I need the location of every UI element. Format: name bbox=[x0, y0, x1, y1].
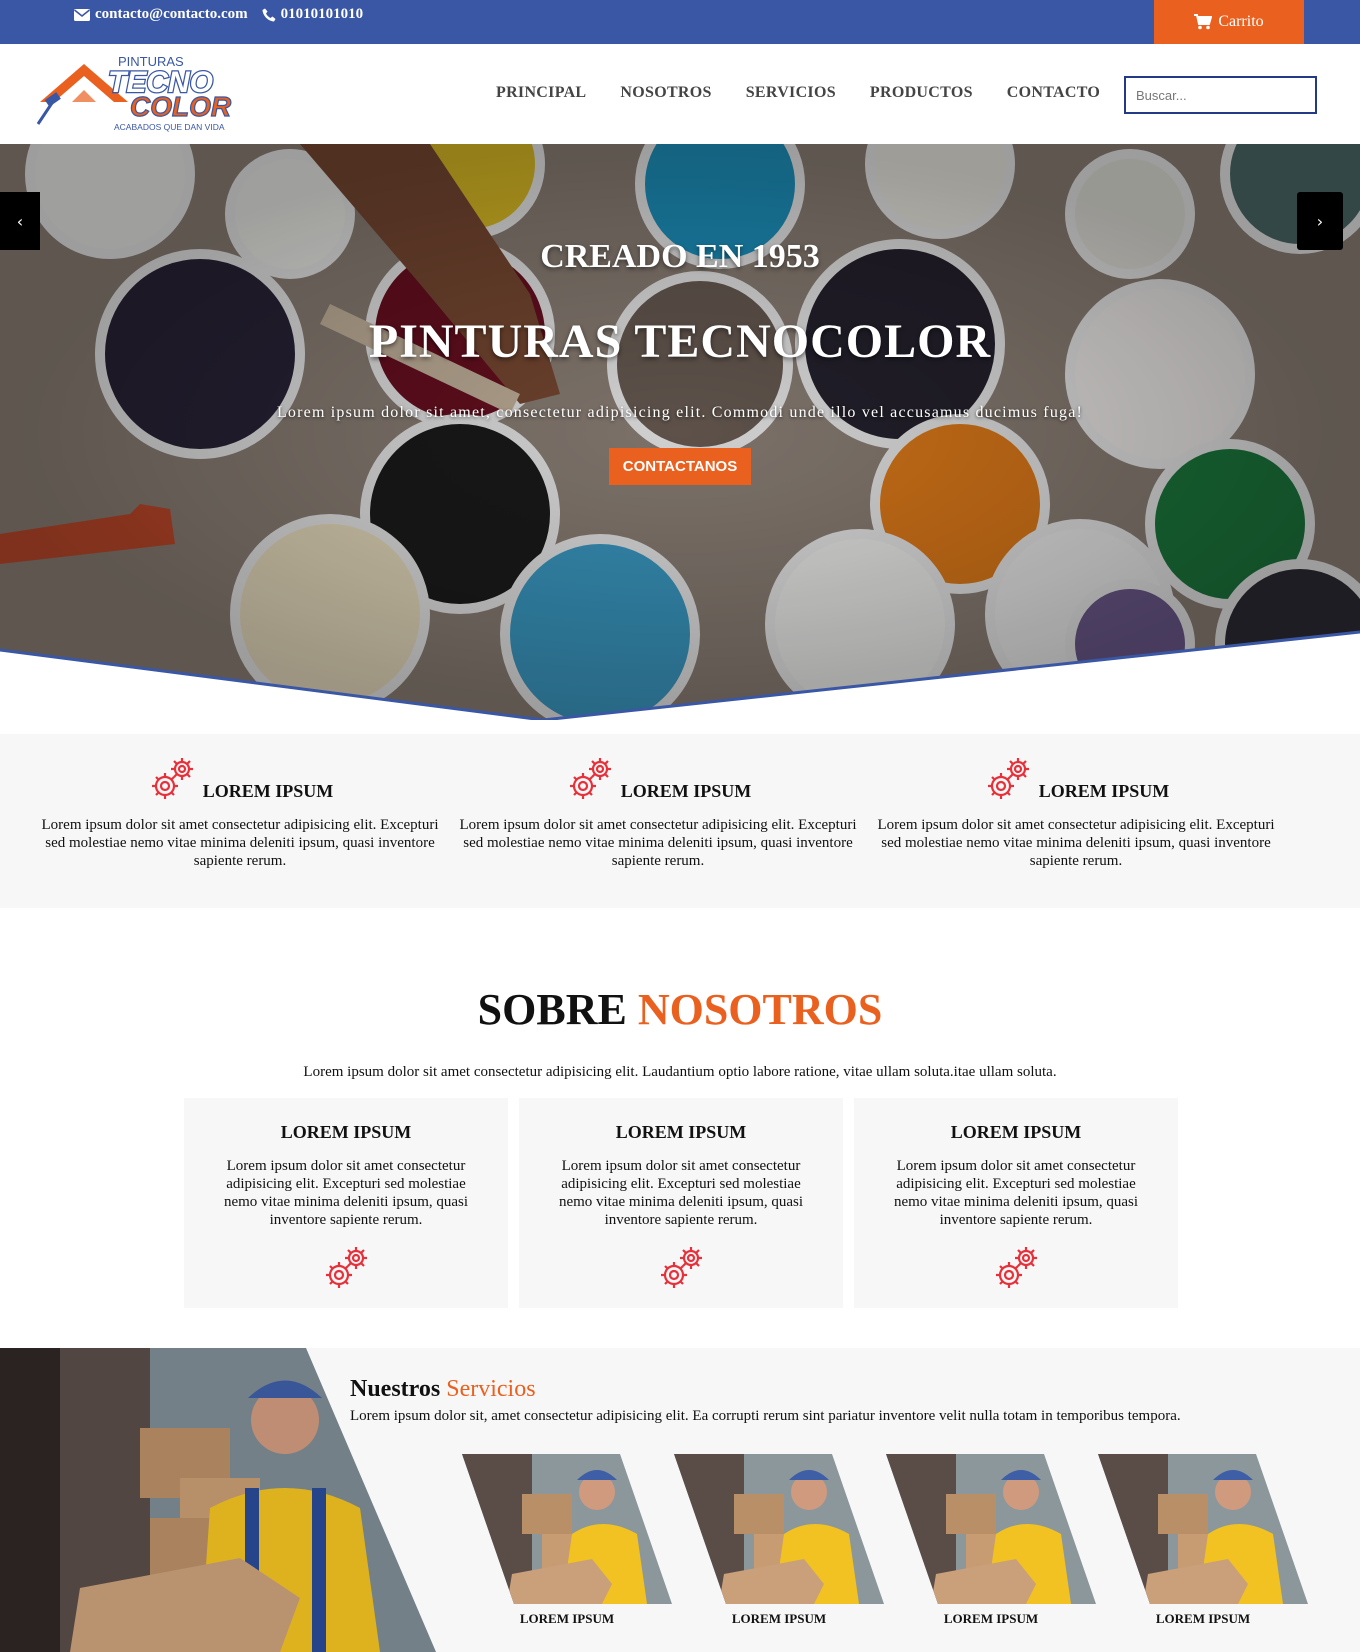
hero-subtitle: CREADO EN 1953 bbox=[540, 238, 820, 275]
feature-title: LOREM IPSUM bbox=[1038, 781, 1170, 801]
feature-item: LOREM IPSUM Lorem ipsum dolor sit amet c… bbox=[458, 752, 858, 870]
phone-icon bbox=[262, 8, 276, 21]
about-card: LOREM IPSUM Lorem ipsum dolor sit amet c… bbox=[519, 1098, 843, 1308]
hero-title: PINTURAS TECNOCOLOR bbox=[368, 315, 992, 368]
nav-item-servicios[interactable]: SERVICIOS bbox=[746, 84, 836, 102]
features-section: LOREM IPSUM Lorem ipsum dolor sit amet c… bbox=[0, 734, 1360, 908]
nav-item-principal[interactable]: PRINCIPAL bbox=[496, 84, 586, 102]
feature-item: LOREM IPSUM Lorem ipsum dolor sit amet c… bbox=[40, 752, 440, 870]
about-title: SOBRE NOSOTROS bbox=[0, 984, 1360, 1035]
logo-tagline: ACABADOS QUE DAN VIDA bbox=[114, 122, 225, 132]
service-label: LOREM IPSUM bbox=[731, 1611, 827, 1626]
about-card: LOREM IPSUM Lorem ipsum dolor sit amet c… bbox=[184, 1098, 508, 1308]
service-item[interactable]: LOREM IPSUM bbox=[674, 1454, 884, 1627]
top-bar: contacto@contacto.com 01010101010 Carrit… bbox=[0, 0, 1360, 44]
feature-text: Lorem ipsum dolor sit amet consectetur a… bbox=[41, 817, 439, 869]
envelope-icon bbox=[74, 8, 90, 21]
feature-title: LOREM IPSUM bbox=[202, 781, 334, 801]
main-header: PINTURAS TECNO COLOR ACABADOS QUE DAN VI… bbox=[0, 44, 1360, 144]
feature-title: LOREM IPSUM bbox=[620, 781, 752, 801]
email-text: contacto@contacto.com bbox=[95, 6, 248, 22]
services-section: Nuestros Servicios Lorem ipsum dolor sit… bbox=[0, 1348, 1360, 1652]
about-title-part2: NOSOTROS bbox=[637, 985, 883, 1034]
service-image bbox=[1098, 1454, 1308, 1604]
gears-icon bbox=[326, 1247, 367, 1288]
feature-text: Lorem ipsum dolor sit amet consectetur a… bbox=[877, 817, 1275, 869]
services-text: Lorem ipsum dolor sit, amet consectetur … bbox=[350, 1408, 1181, 1424]
service-label: LOREM IPSUM bbox=[943, 1611, 1039, 1626]
tecnocolor-logo[interactable]: PINTURAS TECNO COLOR ACABADOS QUE DAN VI… bbox=[32, 52, 242, 134]
card-text: Lorem ipsum dolor sit amet consectetur a… bbox=[223, 1158, 469, 1228]
hero-text: Lorem ipsum dolor sit amet, consectetur … bbox=[276, 404, 1084, 421]
services-title-part2: Servicios bbox=[446, 1376, 536, 1402]
cart-icon bbox=[1194, 14, 1213, 30]
feature-item: LOREM IPSUM Lorem ipsum dolor sit amet c… bbox=[876, 752, 1276, 870]
contact-info: contacto@contacto.com 01010101010 bbox=[74, 6, 363, 23]
card-title: LOREM IPSUM bbox=[615, 1122, 747, 1142]
contact-us-button[interactable]: CONTACTANOS bbox=[609, 448, 751, 485]
logo-line3: COLOR bbox=[130, 91, 232, 122]
services-title-part1: Nuestros bbox=[350, 1376, 441, 1402]
gears-icon bbox=[151, 758, 193, 799]
services-title: Nuestros Servicios bbox=[350, 1376, 536, 1403]
nav-item-productos[interactable]: PRODUCTOS bbox=[870, 84, 973, 102]
gears-icon bbox=[996, 1247, 1037, 1288]
service-image bbox=[674, 1454, 884, 1604]
card-text: Lorem ipsum dolor sit amet consectetur a… bbox=[558, 1158, 804, 1228]
service-item[interactable]: LOREM IPSUM bbox=[1098, 1454, 1308, 1627]
search-input[interactable] bbox=[1124, 76, 1317, 114]
about-text: Lorem ipsum dolor sit amet consectetur a… bbox=[303, 1064, 1057, 1080]
service-label: LOREM IPSUM bbox=[519, 1611, 615, 1626]
card-text: Lorem ipsum dolor sit amet consectetur a… bbox=[893, 1158, 1139, 1228]
cart-button[interactable]: Carrito bbox=[1154, 0, 1304, 44]
card-title: LOREM IPSUM bbox=[280, 1122, 412, 1142]
feature-text: Lorem ipsum dolor sit amet consectetur a… bbox=[459, 817, 857, 869]
gears-icon bbox=[987, 758, 1029, 799]
cart-label: Carrito bbox=[1218, 13, 1264, 30]
about-title-part1: SOBRE bbox=[477, 985, 627, 1034]
service-item[interactable]: LOREM IPSUM bbox=[886, 1454, 1096, 1627]
nav-item-nosotros[interactable]: NOSOTROS bbox=[620, 84, 711, 102]
phone-text: 01010101010 bbox=[280, 6, 364, 22]
about-card: LOREM IPSUM Lorem ipsum dolor sit amet c… bbox=[854, 1098, 1178, 1308]
gears-icon bbox=[569, 758, 611, 799]
nav-item-contacto[interactable]: CONTACTO bbox=[1007, 84, 1100, 102]
card-title: LOREM IPSUM bbox=[950, 1122, 1082, 1142]
gears-icon bbox=[661, 1247, 702, 1288]
service-image bbox=[462, 1454, 672, 1604]
email-link[interactable]: contacto@contacto.com bbox=[74, 6, 248, 23]
hero-carousel: ‹ › CREADO EN 1953 PINTURAS TECNOCOLOR L… bbox=[0, 144, 1360, 720]
hero-paint-cans-image bbox=[0, 144, 1360, 720]
phone-link[interactable]: 01010101010 bbox=[262, 6, 364, 23]
service-item[interactable]: LOREM IPSUM bbox=[462, 1454, 672, 1627]
main-nav: PRINCIPAL NOSOTROS SERVICIOS PRODUCTOS C… bbox=[496, 84, 1134, 102]
service-image bbox=[886, 1454, 1096, 1604]
service-label: LOREM IPSUM bbox=[1155, 1611, 1251, 1626]
